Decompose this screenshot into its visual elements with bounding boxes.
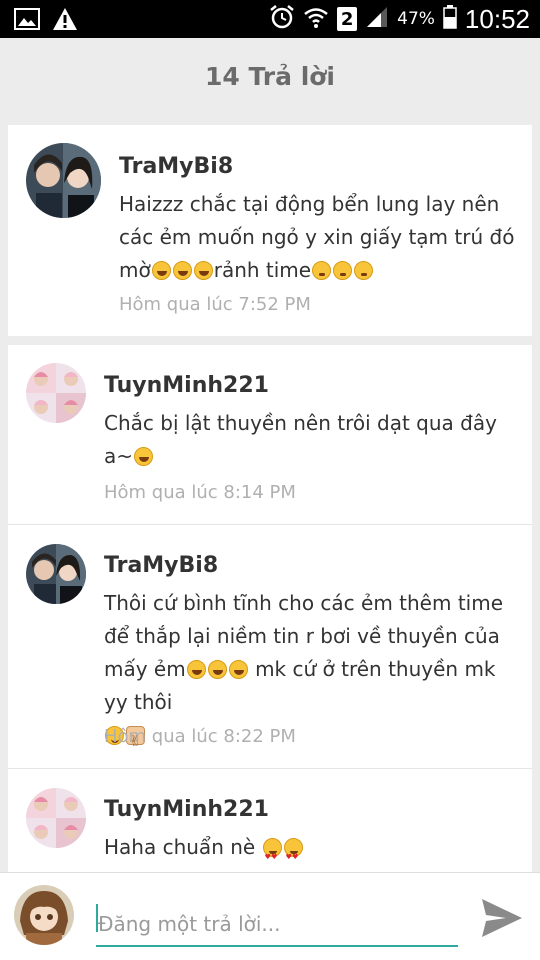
comment-text: Chắc bị lật thuyền nên trôi dạt qua đây … <box>104 411 497 468</box>
timestamp: Hôm qua lúc 8:14 PM <box>104 482 296 503</box>
laughing-emoji <box>228 660 248 679</box>
reply-input[interactable] <box>96 895 458 947</box>
laughing-emoji <box>134 447 154 466</box>
replies-list: TuynMinh221 Chắc bị lật thuyền nên trôi … <box>8 345 532 875</box>
original-post: TraMyBi8 Haizzz chắc tại động bển lung l… <box>8 125 532 336</box>
page-title: 14 Trả lời <box>204 61 336 91</box>
flushed-emoji <box>312 261 332 280</box>
timestamp: Hôm qua lúc 8:22 PM <box>104 726 296 747</box>
battery-icon <box>443 5 457 33</box>
username[interactable]: TraMyBi8 <box>119 154 233 179</box>
flushed-emoji <box>354 261 374 280</box>
original-post-card: TraMyBi8 Haizzz chắc tại động bển lung l… <box>8 125 532 336</box>
sim-slot-indicator: 2 <box>337 7 358 31</box>
avatar[interactable] <box>26 363 86 423</box>
list-item: TuynMinh221 Haha chuẩn nè <box>8 769 532 875</box>
avatar[interactable] <box>26 544 86 604</box>
text-cursor <box>96 904 98 932</box>
signal-icon <box>365 5 389 33</box>
laughing-emoji <box>151 261 171 280</box>
laughing-emoji <box>186 660 206 679</box>
send-button[interactable] <box>478 895 526 941</box>
laughing-emoji <box>207 660 227 679</box>
laughing-emoji <box>172 261 192 280</box>
wifi-icon <box>303 5 329 33</box>
reply-composer <box>0 872 540 960</box>
image-icon <box>14 8 40 34</box>
username[interactable]: TraMyBi8 <box>104 553 218 578</box>
list-item: TuynMinh221 Chắc bị lật thuyền nên trôi … <box>8 345 532 524</box>
comment-text: Haizzz chắc tại động bển lung lay nên cá… <box>119 192 515 282</box>
flushed-emoji <box>333 261 353 280</box>
avatar[interactable] <box>26 788 86 848</box>
header: 14 Trả lời <box>0 38 540 114</box>
comment-text: Haha chuẩn nè <box>104 831 504 874</box>
list-item: TraMyBi8 Thôi cứ bình tĩnh cho các ẻm th… <box>8 525 532 768</box>
clock: 10:52 <box>464 3 530 34</box>
username[interactable]: TuynMinh221 <box>104 797 269 822</box>
avatar[interactable] <box>14 885 74 945</box>
timestamp: Hôm qua lúc 7:52 PM <box>119 294 311 315</box>
heart-eyes-emoji <box>283 838 303 874</box>
username[interactable]: TuynMinh221 <box>104 373 269 398</box>
heart-eyes-emoji <box>262 838 282 874</box>
status-bar: 2 47% 10:52 <box>0 0 540 38</box>
battery-percent: 47% <box>397 9 435 29</box>
avatar[interactable] <box>26 143 101 218</box>
send-icon <box>482 899 522 937</box>
alarm-icon <box>269 4 295 34</box>
warning-icon <box>52 7 78 35</box>
laughing-emoji <box>193 261 213 280</box>
